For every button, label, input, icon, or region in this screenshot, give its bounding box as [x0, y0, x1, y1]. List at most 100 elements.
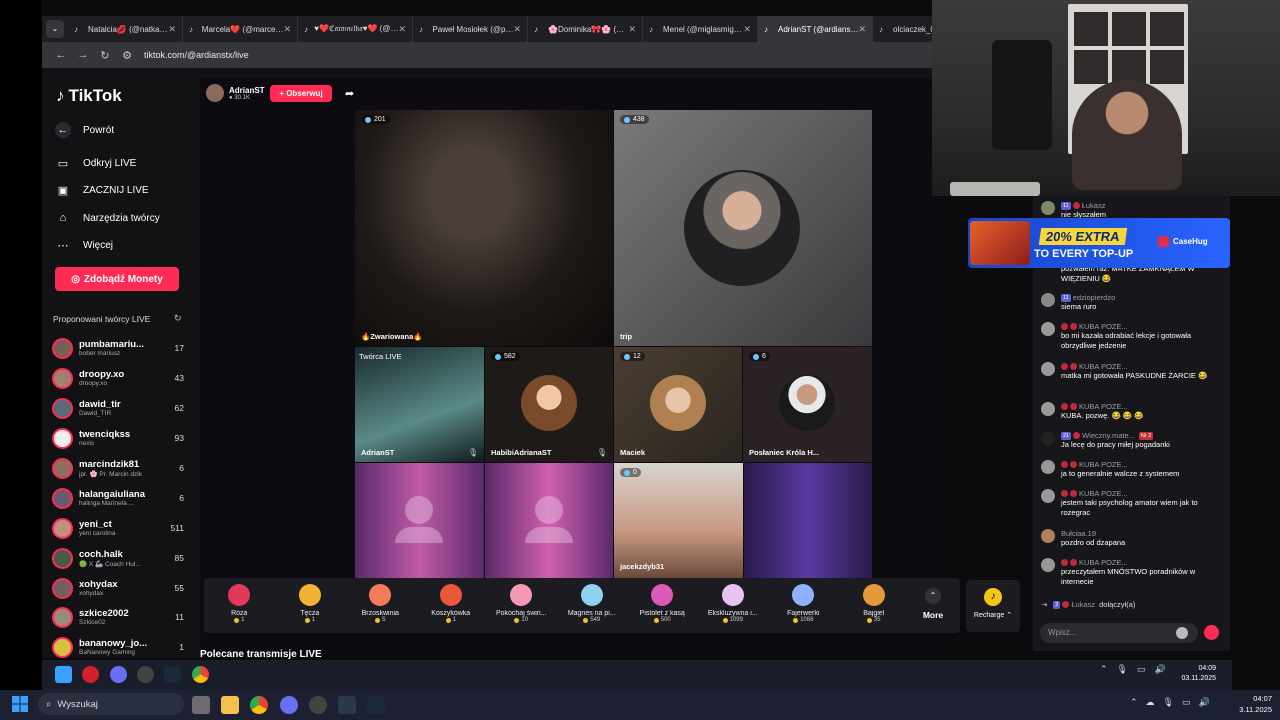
suggested-creator[interactable]: dawid_tir Dawid_TIR 62 — [52, 393, 184, 423]
obs-icon[interactable] — [309, 696, 327, 714]
recharge-button[interactable]: ♪ Recharge ⌃ — [966, 580, 1020, 632]
taskbar-clock[interactable]: 04:07 3.11.2025 — [1228, 693, 1272, 715]
discord-icon[interactable] — [280, 696, 298, 714]
suggested-creator[interactable]: coch.halk 🟢 X 🦾 Coach Hul... 85 — [52, 543, 184, 573]
guest-tile[interactable]: 438 trip — [614, 110, 872, 346]
follow-button[interactable]: + Obserwuj — [270, 85, 332, 102]
gift-item[interactable]: Brzoskwinia 5 — [345, 578, 416, 633]
site-settings-icon[interactable]: ⚙ — [116, 49, 138, 62]
browser-tab[interactable]: ♪ Paweł Mosiołek (@p… ✕ — [413, 16, 528, 42]
chrome-icon[interactable] — [192, 666, 209, 683]
browser-tab-active[interactable]: ♪ AdrianST (@ardians… ✕ — [758, 16, 873, 42]
file-explorer-icon[interactable] — [221, 696, 239, 714]
url-field[interactable]: tiktok.com/@ardianstx/live — [144, 50, 249, 60]
chat-username[interactable]: KUBA POZE... — [1079, 322, 1128, 331]
app-icon[interactable] — [338, 696, 356, 714]
opera-icon[interactable] — [82, 666, 99, 683]
guest-tile[interactable]: 0 jacekzdyb31 — [614, 463, 743, 578]
guest-tile[interactable]: 201 🔥Zwariowana🔥 — [355, 110, 613, 346]
suggested-creator[interactable]: bananowy_jo... BaNanowy Gaming 1 — [52, 632, 184, 662]
casehug-ad-banner[interactable]: 20% EXTRA TO EVERY TOP-UP CaseHug — [968, 218, 1230, 268]
nav-start-live[interactable]: ▣ ZACZNIJ LIVE — [55, 182, 149, 198]
suggested-creator[interactable]: yeni_ct yeni carolina 511 — [52, 513, 184, 543]
browser-tab[interactable]: ♪ Natalcia💋 (@natka… ✕ — [68, 16, 183, 42]
obs-icon[interactable] — [137, 666, 154, 683]
windows-start-icon[interactable] — [55, 666, 72, 683]
tiktok-logo[interactable]: ♪ TikTok — [56, 86, 122, 106]
gift-item[interactable]: Koszykówka 1 — [416, 578, 487, 633]
reload-icon[interactable]: ↻ — [94, 49, 116, 62]
browser-tab[interactable]: ♪ ♥❤️ℭ𝔞𝔯𝔞𝔪𝔢𝔩𝔨𝔞♥❤️ (@… ✕ — [298, 16, 413, 42]
steam-icon[interactable] — [164, 666, 181, 683]
chevron-up-icon[interactable]: ⌃ — [1130, 697, 1138, 708]
mic-icon[interactable]: 🎙 — [1163, 697, 1174, 708]
nav-creator-tools[interactable]: ⌂ Narzędzia twórcy — [55, 210, 160, 226]
steam-icon[interactable] — [367, 696, 385, 714]
empty-seat-tile[interactable] — [485, 463, 613, 578]
nav-more[interactable]: ⋯ Więcej — [55, 237, 114, 253]
gift-item[interactable]: Tęcza 1 — [275, 578, 346, 633]
chat-username[interactable]: KUBA POZE... — [1079, 362, 1128, 371]
suggested-creator[interactable]: xohydax xohydax 55 — [52, 573, 184, 603]
close-tab-icon[interactable]: ✕ — [283, 24, 291, 35]
empty-seat-tile[interactable] — [355, 463, 484, 578]
close-tab-icon[interactable]: ✕ — [743, 24, 751, 35]
suggested-creator[interactable]: pumbamariu... bober mariusz 17 — [52, 333, 184, 363]
joined-username[interactable]: Łukasz — [1071, 600, 1095, 609]
guest-tile[interactable]: 582 HabibiAdrianaST 🎙 — [485, 347, 613, 462]
close-tab-icon[interactable]: ✕ — [168, 24, 176, 35]
suggested-creator[interactable]: twenciqkss nexis 93 — [52, 423, 184, 453]
chevron-up-icon[interactable]: ⌃ — [1100, 664, 1108, 675]
chat-username[interactable]: KUBA POZE... — [1079, 558, 1128, 567]
like-heart-icon[interactable] — [1204, 625, 1219, 640]
chat-username[interactable]: KUBA POZE... — [1079, 460, 1128, 469]
back-icon[interactable]: ← — [50, 49, 72, 61]
close-tab-icon[interactable]: ✕ — [513, 24, 521, 35]
nav-discover-live[interactable]: ▭ Odkryj LIVE — [55, 155, 137, 171]
guest-tile[interactable]: 6 Posłaniec Króla H... — [743, 347, 872, 462]
volume-icon[interactable]: 🔊 — [1199, 697, 1210, 708]
suggested-creator[interactable]: marcindzik81 jpr. 🌸 Pr. Marcin dzik 6 — [52, 453, 184, 483]
gift-item[interactable]: Bajgiel 35 — [839, 578, 910, 633]
mic-icon[interactable]: 🎙 — [1117, 664, 1128, 675]
chrome-icon[interactable] — [250, 696, 268, 714]
nav-back[interactable]: ← Powrót — [55, 122, 114, 138]
chat-username[interactable]: Łukasz — [1082, 201, 1106, 210]
network-icon[interactable]: ▭ — [1182, 697, 1191, 708]
suggested-creator[interactable]: droopy.xo droopy.xo 43 — [52, 363, 184, 393]
chat-input[interactable]: Wpisz... — [1040, 623, 1198, 643]
gift-item[interactable]: Ekskluzywna i... 1099 — [698, 578, 769, 633]
guest-tile[interactable]: 12 Maciek — [614, 347, 742, 462]
share-icon[interactable]: ➦ — [345, 87, 354, 100]
gift-item[interactable]: Pokochaj świn... 10 — [486, 578, 557, 633]
task-view-icon[interactable] — [192, 696, 210, 714]
more-gifts-button[interactable]: ⌃ More — [913, 588, 953, 620]
browser-tab[interactable]: ♪ olciaczek_0… — [873, 16, 932, 42]
gift-item[interactable]: Fajerwerki 1088 — [768, 578, 839, 633]
host-info[interactable]: AdrianST ● 30.1K — [206, 84, 265, 102]
refresh-icon[interactable]: ↻ — [174, 313, 182, 324]
chat-username[interactable]: Bułciaa.19 — [1061, 529, 1096, 538]
chat-username[interactable]: KUBA POZE... — [1079, 402, 1128, 411]
browser-tab[interactable]: ♪ Marcela❤️ (@marce… ✕ — [183, 16, 298, 42]
browser-tab[interactable]: ♪ Menel (@miglasmig… ✕ — [643, 16, 758, 42]
tab-list-dropdown-icon[interactable]: ⌄ — [46, 20, 64, 38]
close-tab-icon[interactable]: ✕ — [398, 24, 406, 35]
forward-icon[interactable]: → — [72, 49, 94, 61]
chat-username[interactable]: KUBA POZE... — [1079, 489, 1128, 498]
browser-tab[interactable]: ♪ 🌸Dominika🎀🌸 (… ✕ — [528, 16, 643, 42]
onedrive-cloud-icon[interactable]: ☁ — [1146, 697, 1155, 708]
suggested-creator[interactable]: szkice2002 Szkice02 11 — [52, 602, 184, 632]
captured-clock[interactable]: 04:09 03.11.2025 — [1166, 664, 1216, 684]
gift-item[interactable]: Róża 1 — [204, 578, 275, 633]
close-tab-icon[interactable]: ✕ — [858, 24, 866, 35]
get-coins-button[interactable]: ◎ Zdobądź Monety — [55, 267, 179, 291]
emoji-icon[interactable] — [1176, 627, 1188, 639]
gift-item[interactable]: Pistolet z kasą 500 — [627, 578, 698, 633]
suggested-creator[interactable]: halangaiuliana halinga Marinela ... 6 — [52, 483, 184, 513]
host-tile[interactable]: Twórca LIVE AdrianST 🎙 — [355, 347, 484, 462]
network-icon[interactable]: ▭ — [1137, 664, 1146, 675]
close-tab-icon[interactable]: ✕ — [628, 24, 636, 35]
chat-username[interactable]: Wieczny.mate... — [1082, 431, 1135, 440]
taskbar-search[interactable]: ⌕ Wyszukaj — [38, 693, 184, 715]
